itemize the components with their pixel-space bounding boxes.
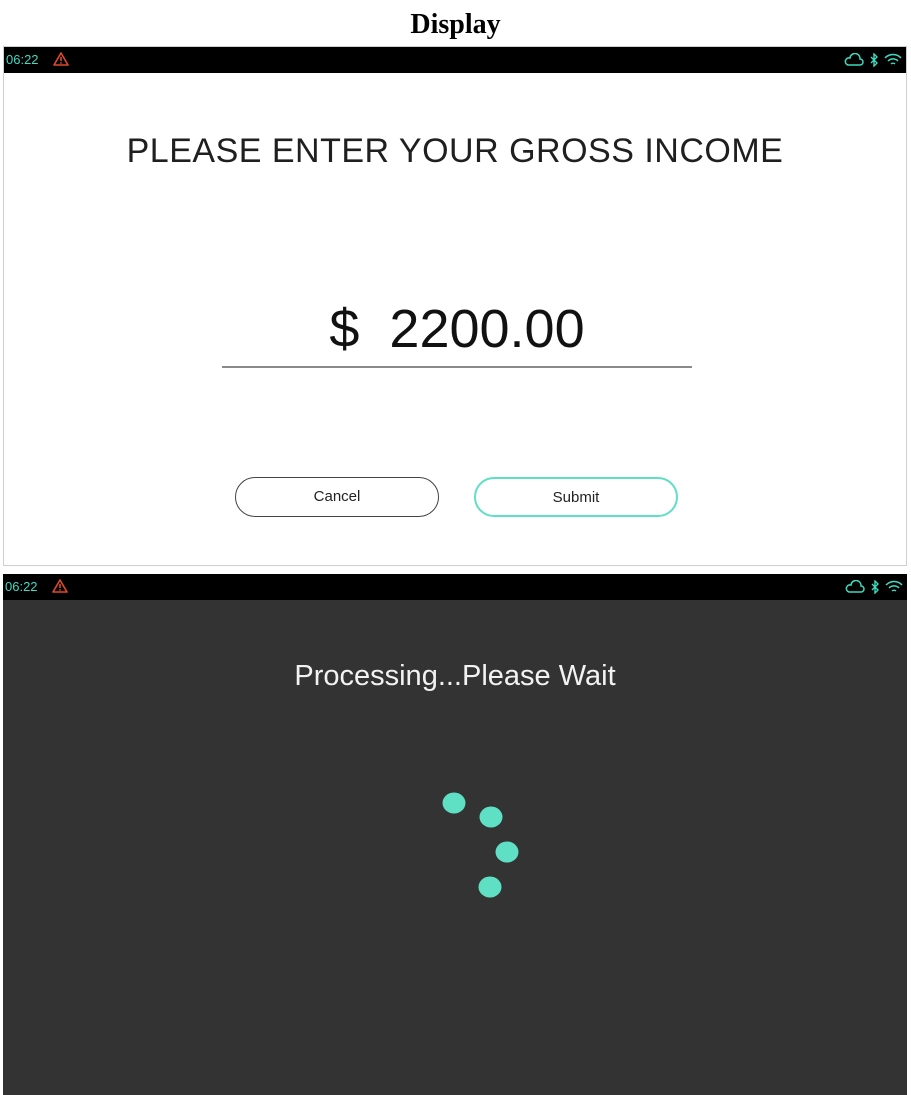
wifi-icon [884, 53, 902, 65]
processing-screen: 06:22 Processing...Please Wait [3, 574, 907, 1095]
spinner-dot [442, 792, 466, 814]
submit-button[interactable]: Submit [474, 477, 678, 517]
spinner-dot [495, 841, 519, 863]
amount-spacer [359, 299, 389, 359]
status-bar: 06:22 [4, 47, 906, 73]
cancel-button[interactable]: Cancel [235, 477, 439, 517]
page-title: Display [410, 9, 501, 40]
status-time: 06:22 [6, 52, 39, 67]
spinner-dot [479, 806, 503, 828]
income-entry-screen: 06:22 PLEASE ENTER YOUR GROSS INCOME $ 2… [3, 46, 907, 566]
amount-input[interactable]: $ 2200.00 [222, 292, 692, 368]
spinner-dot [478, 876, 502, 898]
bluetooth-icon [870, 53, 878, 67]
currency-symbol: $ [329, 299, 360, 359]
loading-spinner-icon [442, 792, 519, 898]
cloud-icon [844, 53, 864, 66]
warning-icon [53, 52, 69, 66]
amount-value: 2200.00 [389, 299, 585, 359]
gross-income-prompt: PLEASE ENTER YOUR GROSS INCOME [126, 132, 784, 170]
status-icons [844, 50, 902, 70]
